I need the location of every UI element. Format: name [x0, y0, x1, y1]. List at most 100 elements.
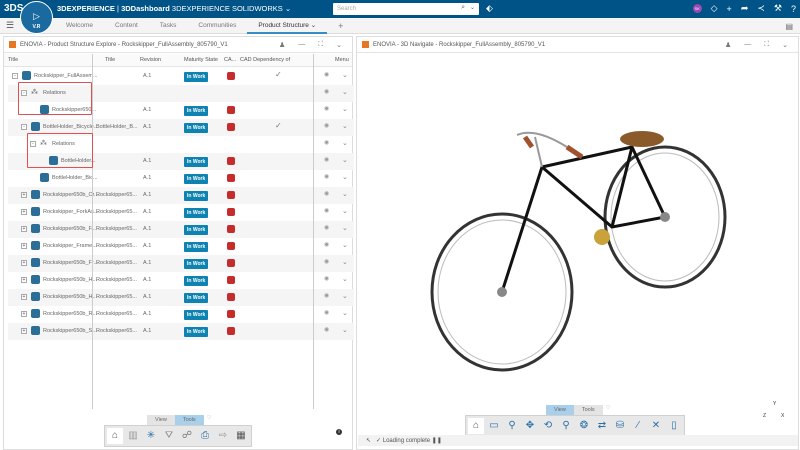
- maturity-badge[interactable]: In Work: [184, 157, 209, 167]
- row-title[interactable]: BottleHolder_Bic...: [52, 175, 98, 181]
- swap-icon[interactable]: ⇄: [594, 418, 610, 434]
- maturity-badge[interactable]: In Work: [184, 208, 209, 218]
- favorite-icon[interactable]: ♡: [204, 415, 212, 425]
- chevron-down-icon[interactable]: ⌄: [342, 207, 348, 215]
- col-revision[interactable]: Revision: [140, 57, 161, 63]
- view-tab[interactable]: View: [147, 415, 175, 425]
- col-menu[interactable]: Menu: [335, 57, 349, 63]
- table-row[interactable]: + Rockskipper650b_F... Rockskipper65... A.1…: [8, 221, 354, 238]
- eye-icon[interactable]: ◉: [324, 173, 329, 180]
- row-title[interactable]: Rockskipper_Frame...: [43, 243, 97, 249]
- chevron-down-icon[interactable]: ⌄: [782, 41, 788, 49]
- export-icon[interactable]: ⇨: [215, 428, 231, 444]
- zoom-area-icon[interactable]: ⚲: [558, 418, 574, 434]
- help-icon[interactable]: ?: [791, 4, 796, 14]
- database-icon[interactable]: ⛁: [612, 418, 628, 434]
- network-icon[interactable]: ✳: [143, 428, 159, 444]
- expand-toggle[interactable]: +: [21, 192, 27, 198]
- maturity-badge[interactable]: In Work: [184, 225, 209, 235]
- row-title[interactable]: Rockskipper_FullAssem...: [34, 73, 98, 79]
- info-icon[interactable]: i: [336, 429, 342, 435]
- maturity-badge[interactable]: In Work: [184, 106, 209, 116]
- row-title[interactable]: Rockskipper650b_R...: [43, 311, 97, 317]
- notifications-icon[interactable]: ◇: [711, 3, 718, 14]
- column-divider[interactable]: [313, 54, 314, 409]
- column-divider[interactable]: [92, 54, 93, 409]
- menu-icon[interactable]: ☰: [6, 20, 14, 31]
- eye-icon[interactable]: ◉: [324, 258, 329, 265]
- table-settings-icon[interactable]: ▦: [233, 428, 249, 444]
- chevron-down-icon[interactable]: ⌄: [342, 88, 348, 96]
- eye-icon[interactable]: ◉: [324, 105, 329, 112]
- eye-icon[interactable]: ◉: [324, 156, 329, 163]
- maturity-badge[interactable]: In Work: [184, 327, 209, 337]
- expand-toggle[interactable]: -: [21, 124, 27, 130]
- expand-toggle[interactable]: +: [21, 277, 27, 283]
- eye-icon[interactable]: ◉: [324, 292, 329, 299]
- eye-icon[interactable]: ◉: [324, 190, 329, 197]
- maturity-badge[interactable]: In Work: [184, 242, 209, 252]
- bicycle-3d-model[interactable]: [417, 77, 797, 377]
- tab-tasks[interactable]: Tasks: [149, 18, 188, 34]
- expand-toggle[interactable]: +: [21, 209, 27, 215]
- side-panel-icon[interactable]: ▯: [666, 418, 682, 434]
- table-row[interactable]: + Rockskipper_Frame... Rockskipper65... A.1…: [8, 238, 354, 255]
- row-title[interactable]: Rockskipper650b_Fr...: [43, 260, 98, 266]
- user-icon[interactable]: ♟: [725, 41, 731, 49]
- col-maturity-state[interactable]: Maturity State: [184, 57, 218, 63]
- row-title[interactable]: BottleHolder_Bicycle...: [43, 124, 98, 130]
- expand-toggle[interactable]: +: [21, 226, 27, 232]
- add-icon[interactable]: +: [727, 4, 732, 14]
- chevron-down-icon[interactable]: ⌄: [342, 105, 348, 113]
- pan-icon[interactable]: ✥: [522, 418, 538, 434]
- chevron-down-icon[interactable]: ⌄: [470, 4, 475, 11]
- expand-toggle[interactable]: +: [21, 294, 27, 300]
- chat-icon[interactable]: ▤: [785, 22, 793, 31]
- sidebar-icon[interactable]: ▥: [125, 428, 141, 444]
- minimize-icon[interactable]: —: [744, 41, 751, 49]
- tab-welcome[interactable]: Welcome: [55, 18, 104, 34]
- maturity-badge[interactable]: In Work: [184, 259, 209, 269]
- eye-icon[interactable]: ◉: [324, 122, 329, 129]
- row-title[interactable]: Rockskipper650b_Cr...: [43, 192, 99, 198]
- expand-toggle[interactable]: +: [21, 311, 27, 317]
- favorite-icon[interactable]: ♡: [603, 405, 611, 415]
- zoom-icon[interactable]: ⚲: [504, 418, 520, 434]
- chevron-down-icon[interactable]: ⌄: [342, 326, 348, 334]
- play-icon[interactable]: ▷: [21, 11, 52, 21]
- chevron-down-icon[interactable]: ⌄: [342, 309, 348, 317]
- eye-icon[interactable]: ◉: [324, 88, 329, 95]
- eye-icon[interactable]: ◉: [324, 139, 329, 146]
- binoculars-icon[interactable]: ☍: [179, 428, 195, 444]
- search-input[interactable]: Search ⌕ ⌄: [333, 3, 479, 15]
- measure-icon[interactable]: ⁄: [630, 418, 646, 434]
- eye-icon[interactable]: ◉: [324, 326, 329, 333]
- user-icon[interactable]: ♟: [279, 41, 285, 49]
- panel-icon[interactable]: ▭: [486, 418, 502, 434]
- eye-icon[interactable]: ◉: [324, 224, 329, 231]
- row-title[interactable]: Rockskipper650b_S...: [43, 328, 97, 334]
- maximize-icon[interactable]: ⛶: [318, 41, 323, 49]
- table-row[interactable]: BottleHolder_Bic... A.1 In Work ◉ ⌄: [8, 170, 354, 187]
- tag-icon[interactable]: ⬖: [486, 3, 493, 14]
- share-arrow-icon[interactable]: ➦: [741, 3, 749, 14]
- view-mode-icon[interactable]: ❂: [576, 418, 592, 434]
- pause-icon[interactable]: ❚❚: [432, 438, 442, 444]
- eye-icon[interactable]: ◉: [324, 207, 329, 214]
- tools-tab[interactable]: Tools: [174, 415, 204, 425]
- col-title[interactable]: Title: [8, 57, 18, 63]
- col-cad[interactable]: CA...: [224, 57, 236, 63]
- col-title-2[interactable]: Title: [105, 57, 115, 63]
- tab-content[interactable]: Content: [104, 18, 149, 34]
- compass[interactable]: ▷ V.R: [20, 1, 53, 34]
- chevron-down-icon[interactable]: ⌄: [342, 241, 348, 249]
- row-title[interactable]: Rockskipper_ForkAs...: [43, 209, 98, 215]
- tools-icon[interactable]: ⚒: [774, 3, 782, 14]
- maturity-badge[interactable]: In Work: [184, 276, 209, 286]
- eye-icon[interactable]: ◉: [324, 309, 329, 316]
- eye-icon[interactable]: ◉: [324, 241, 329, 248]
- table-row[interactable]: + Rockskipper650b_H... Rockskipper65... A.1…: [8, 272, 354, 289]
- print-icon[interactable]: ⎙: [197, 428, 213, 444]
- expand-toggle[interactable]: +: [21, 260, 27, 266]
- tools-tab[interactable]: Tools: [573, 405, 603, 415]
